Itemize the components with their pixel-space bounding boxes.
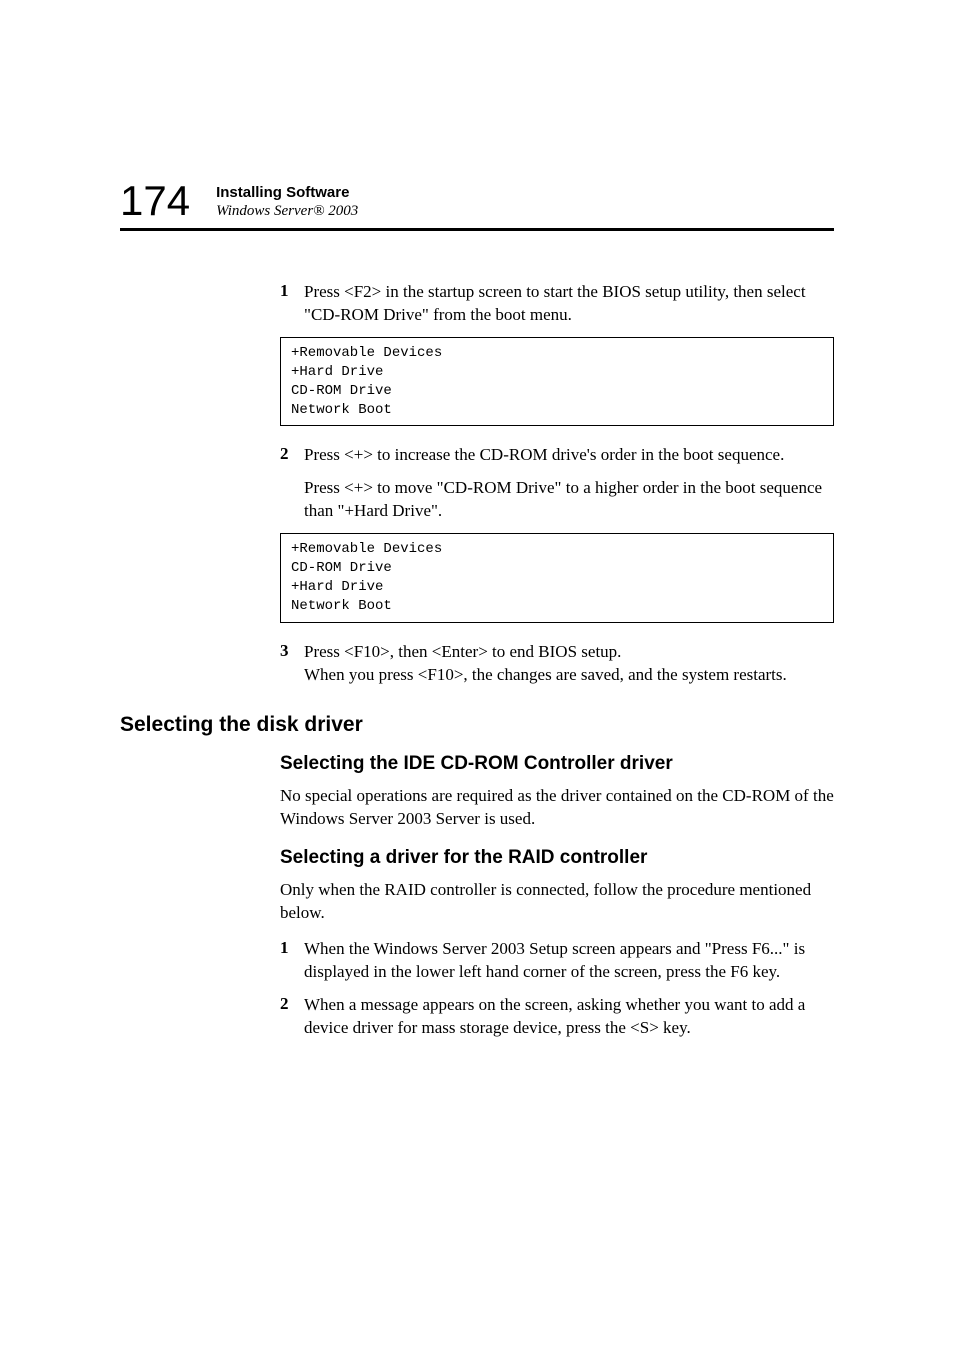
- paragraph-ide: No special operations are required as th…: [280, 785, 834, 831]
- step-text: Press <F10>, then <Enter> to end BIOS se…: [304, 641, 787, 687]
- step-number: 1: [280, 938, 304, 984]
- paragraph-raid: Only when the RAID controller is connect…: [280, 879, 834, 925]
- step-1: 1 Press <F2> in the startup screen to st…: [280, 281, 834, 327]
- page-header: 174 Installing Software Windows Server® …: [120, 180, 834, 231]
- header-subtitle: Windows Server® 2003: [216, 202, 358, 220]
- code-block-boot-menu-1: +Removable Devices +Hard Drive CD-ROM Dr…: [280, 337, 834, 427]
- step-2-subtext: Press <+> to move "CD-ROM Drive" to a hi…: [304, 477, 834, 523]
- code-block-boot-menu-2: +Removable Devices CD-ROM Drive +Hard Dr…: [280, 533, 834, 623]
- step-number: 2: [280, 444, 304, 467]
- heading-raid-controller: Selecting a driver for the RAID controll…: [280, 847, 834, 869]
- heading-ide-cdrom: Selecting the IDE CD-ROM Controller driv…: [280, 753, 834, 775]
- step-number: 1: [280, 281, 304, 327]
- header-titles: Installing Software Windows Server® 2003: [216, 184, 358, 222]
- section-body: Selecting the IDE CD-ROM Controller driv…: [280, 753, 834, 1041]
- raid-step-2: 2 When a message appears on the screen, …: [280, 994, 834, 1040]
- section-disk-driver: Selecting the disk driver Selecting the …: [120, 713, 834, 1041]
- raid-step-1: 1 When the Windows Server 2003 Setup scr…: [280, 938, 834, 984]
- main-content: 1 Press <F2> in the startup screen to st…: [280, 281, 834, 687]
- step-text: Press <+> to increase the CD-ROM drive's…: [304, 444, 784, 467]
- heading-selecting-disk-driver: Selecting the disk driver: [120, 713, 834, 737]
- page-container: 174 Installing Software Windows Server® …: [0, 0, 954, 1130]
- header-title: Installing Software: [216, 184, 358, 202]
- step-text: When the Windows Server 2003 Setup scree…: [304, 938, 834, 984]
- step-3: 3 Press <F10>, then <Enter> to end BIOS …: [280, 641, 834, 687]
- step-number: 2: [280, 994, 304, 1040]
- page-number: 174: [120, 180, 190, 222]
- step-text: When a message appears on the screen, as…: [304, 994, 834, 1040]
- step-number: 3: [280, 641, 304, 687]
- step-2: 2 Press <+> to increase the CD-ROM drive…: [280, 444, 834, 467]
- step-text: Press <F2> in the startup screen to star…: [304, 281, 834, 327]
